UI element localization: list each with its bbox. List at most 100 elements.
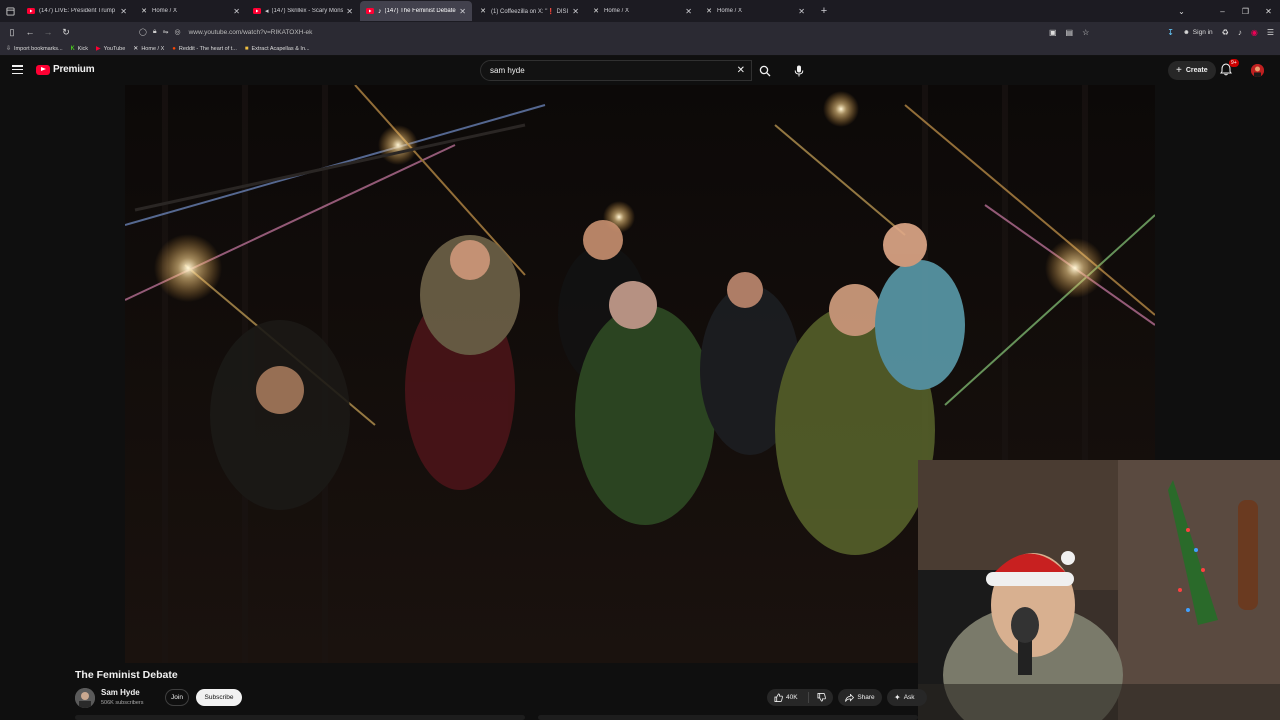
browser-tab[interactable]: ✕ Home / X ✕ [586, 1, 698, 21]
bookmark-item[interactable]: ● Reddit - The heart of t... [172, 46, 237, 52]
voice-search-button[interactable] [788, 60, 809, 81]
close-tab-icon[interactable]: ✕ [346, 7, 353, 16]
app-menu-icon[interactable]: ☰ [1267, 28, 1274, 37]
browser-tab[interactable]: ✕ Home / X ✕ [134, 1, 246, 21]
kick-icon: K [70, 45, 75, 52]
like-dislike-group: 40K [767, 689, 833, 706]
back-button[interactable]: ← [21, 27, 39, 37]
dislike-button[interactable] [809, 693, 833, 702]
share-button[interactable]: Share [838, 689, 882, 706]
create-button[interactable]: + Create [1168, 61, 1216, 80]
subscribe-button[interactable]: Subscribe [196, 689, 242, 706]
reader-view-icon[interactable]: ▤ [1066, 28, 1074, 37]
bookmark-label: Extract Acapellas & In... [251, 45, 310, 52]
close-tab-icon[interactable]: ✕ [572, 7, 579, 16]
channel-name[interactable]: Sam Hyde [101, 688, 140, 697]
tab-title: (147) Skrillex - Scary Monst [271, 8, 344, 14]
bookmark-label: Home / X [141, 45, 165, 52]
search-button[interactable] [752, 60, 778, 81]
url-text[interactable]: www.youtube.com/watch?v=RIKATOXH-ek [189, 29, 313, 36]
bookmark-label: Reddit - The heart of t... [178, 45, 237, 52]
description-box-edge-right [538, 715, 918, 720]
close-window-icon[interactable]: ✕ [1257, 7, 1280, 16]
shield-icon[interactable]: ◯ [139, 28, 147, 36]
like-count: 40K [786, 694, 798, 701]
youtube-icon: ▶ [96, 46, 101, 52]
channel-avatar-image-icon [75, 688, 95, 708]
description-box-edge [75, 715, 525, 720]
tab-list-icon [5, 6, 15, 16]
bookmark-star-icon[interactable]: ☆ [1082, 28, 1089, 37]
webcam-overlay [918, 460, 1280, 720]
search-input[interactable]: sam hyde ✕ [480, 60, 752, 81]
import-icon: ⇩ [6, 46, 12, 52]
tab-audio-icon[interactable]: ♪ [378, 8, 382, 15]
browser-tab[interactable]: ✕ (1) Coffeezilla on X: "❗ DISI ✕ [473, 1, 585, 21]
youtube-premium-logo[interactable]: Premium [36, 64, 95, 75]
sign-in-button[interactable]: ☻ Sign in [1183, 29, 1213, 36]
browser-tab[interactable]: ✕ Home / X ✕ [699, 1, 811, 21]
guide-menu-icon[interactable] [12, 65, 23, 74]
notification-badge: 9+ [1229, 59, 1239, 67]
tab-overflow-icon[interactable]: ⌄ [1170, 7, 1193, 16]
clear-search-icon[interactable]: ✕ [737, 65, 745, 76]
browser-tab[interactable]: ♪ (147) The Feminist Debate ✕ [360, 1, 472, 21]
minimize-icon[interactable]: – [1211, 7, 1234, 16]
channel-avatar[interactable] [75, 688, 95, 708]
share-icon [845, 693, 855, 702]
sidebar-toggle-icon[interactable]: ▯ [3, 27, 21, 38]
account-avatar[interactable] [1251, 64, 1264, 77]
toolbar-right: ▣ ▤ ☆ ↧ ☻ Sign in ♻ ♪ ◉ ☰ [1049, 22, 1274, 42]
youtube-logo-icon [36, 64, 50, 75]
share-label: Share [857, 694, 875, 701]
youtube-icon [366, 7, 374, 15]
logo-text: Premium [53, 64, 95, 75]
close-tab-icon[interactable]: ✕ [685, 7, 692, 16]
address-bar[interactable]: ◯ 🔒︎ ⇋ ◎ www.youtube.com/watch?v=RIKATOX… [139, 24, 312, 40]
bookmark-item[interactable]: ⇩ Import bookmarks... [6, 45, 63, 53]
tracking-icon[interactable]: ◎ [174, 28, 180, 36]
x-icon: ✕ [593, 8, 599, 15]
permissions-icon[interactable]: ⇋ [163, 28, 169, 36]
picture-in-picture-icon[interactable]: ▣ [1049, 28, 1057, 37]
browser-tab[interactable]: ◂ (147) Skrillex - Scary Monst ✕ [247, 1, 359, 21]
tab-title: Home / X [604, 8, 630, 14]
subscriber-count: 506K subscribers [101, 700, 144, 706]
like-button[interactable]: 40K [767, 692, 809, 703]
join-button[interactable]: Join [165, 689, 189, 706]
bookmark-item[interactable]: K Kick [71, 46, 88, 52]
reddit-icon: ● [172, 45, 176, 52]
bookmark-item[interactable]: ✕ Home / X [133, 45, 165, 53]
forward-button[interactable]: → [39, 27, 57, 37]
streamer-webcam-image [918, 460, 1280, 720]
sign-in-label: Sign in [1192, 28, 1213, 36]
bookmark-item[interactable]: ■ Extract Acapellas & In... [245, 46, 310, 52]
download-icon[interactable]: ↧ [1167, 28, 1174, 37]
close-tab-icon[interactable]: ✕ [459, 7, 466, 16]
tab-list-button[interactable] [0, 0, 20, 22]
sound-icon[interactable]: ♪ [1238, 28, 1242, 37]
window-controls: ⌄ – ❐ ✕ [1170, 0, 1280, 22]
tab-audio-icon[interactable]: ◂ [265, 7, 269, 15]
close-tab-icon[interactable]: ✕ [120, 7, 127, 16]
new-tab-button[interactable]: + [815, 5, 833, 17]
browser-nav-bar: ▯ ← → ↻ ◯ 🔒︎ ⇋ ◎ www.youtube.com/watch?v… [0, 22, 1280, 42]
youtube-icon [253, 7, 261, 15]
folder-icon: ■ [244, 45, 249, 52]
reload-button[interactable]: ↻ [57, 27, 75, 38]
ask-button[interactable]: ✦ Ask [887, 689, 927, 706]
youtube-icon [27, 7, 35, 15]
restore-icon[interactable]: ❐ [1234, 7, 1257, 16]
extensions-icon[interactable]: ♻ [1222, 28, 1229, 37]
close-tab-icon[interactable]: ✕ [798, 7, 805, 16]
account-icon: ☻ [1182, 28, 1190, 36]
close-tab-icon[interactable]: ✕ [233, 7, 240, 16]
browser-tab[interactable]: (147) LIVE: President Trump ma ✕ [21, 1, 133, 21]
bookmark-label: Import bookmarks... [14, 45, 63, 52]
adblock-extension-icon[interactable]: ◉ [1251, 28, 1258, 37]
create-label: Create [1185, 67, 1208, 74]
bookmark-item[interactable]: ▶ YouTube [96, 45, 125, 53]
lock-icon[interactable]: 🔒︎ [153, 28, 157, 36]
ask-label: Ask [903, 694, 915, 701]
tab-title: Home / X [152, 8, 178, 14]
